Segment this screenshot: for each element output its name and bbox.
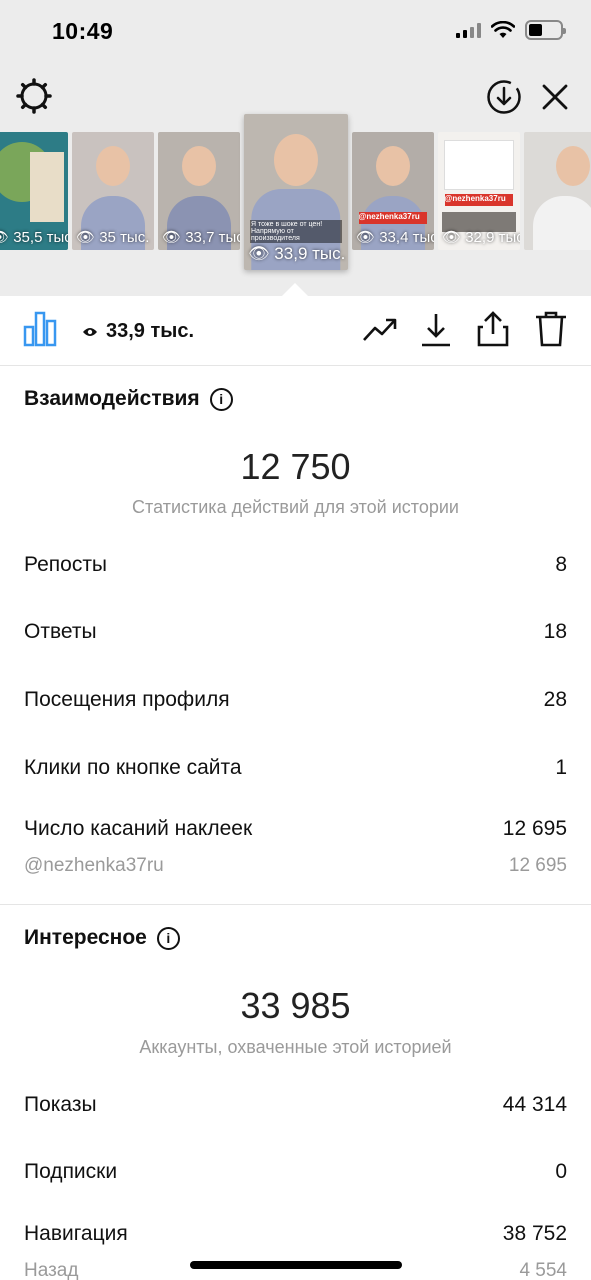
stat-label: Клики по кнопке сайта: [24, 756, 242, 779]
stat-value: 1: [555, 756, 567, 779]
story-thumbnail-active[interactable]: Я тоже в шоке от цен! Напрямую от произв…: [244, 114, 348, 270]
story-thumbnail[interactable]: 👁︎ 35 тыс.: [72, 132, 154, 250]
story-thumbnail[interactable]: 👁︎ 35,5 тыс.: [0, 132, 68, 250]
story-thumbnail[interactable]: 👁︎ 33,7 тыс.: [158, 132, 240, 250]
stat-value: 8: [555, 553, 567, 576]
interactions-subtitle: Статистика действий для этой истории: [132, 497, 459, 517]
stat-label: Репосты: [24, 553, 108, 576]
interactions-title: Взаимодействия i: [24, 387, 233, 411]
home-indicator[interactable]: [190, 1261, 402, 1269]
stat-row-navigation: Навигация 38 752: [24, 1222, 567, 1246]
story-thumbnail[interactable]: [524, 132, 591, 250]
stat-row-impressions: Показы 44 314: [24, 1093, 567, 1117]
stat-row-sticker-taps: Число касаний наклеек 12 695: [24, 817, 567, 841]
stat-value: 38 752: [502, 1222, 567, 1245]
story-thumbnail[interactable]: @nezhenka37ru 👁︎ 32,9 тыс.: [438, 132, 520, 250]
info-icon[interactable]: i: [209, 387, 233, 411]
story-views: 👁︎ 33,9 тыс.: [248, 244, 346, 263]
stat-row-follows: Подписки 0: [24, 1160, 567, 1184]
trend-icon[interactable]: [362, 316, 398, 344]
download-icon[interactable]: [420, 312, 452, 348]
discovery-subtitle: Аккаунты, охваченные этой историей: [139, 1037, 452, 1057]
discovery-title: Интересное i: [24, 926, 180, 950]
insights-action-bar: 33,9 тыс.: [0, 296, 591, 366]
story-tag: @nezhenka37ru: [358, 212, 428, 224]
story-tag: @nezhenka37ru: [444, 194, 514, 206]
status-time: 10:49: [52, 18, 114, 44]
story-views: 👁︎ 35,5 тыс.: [0, 229, 68, 246]
stat-value: 4 554: [519, 1260, 567, 1280]
stat-label: @nezhenka37ru: [24, 855, 164, 876]
status-icons: [456, 20, 566, 40]
stat-label: Посещения профиля: [24, 688, 230, 711]
stat-value: 12 695: [508, 855, 567, 876]
reach-count: 33,9 тыс.: [82, 320, 194, 343]
story-views: 👁︎ 32,9 тыс.: [442, 229, 520, 246]
stat-value: 0: [555, 1160, 567, 1183]
wifi-icon: [491, 21, 515, 38]
stat-label: Навигация: [24, 1222, 128, 1245]
close-icon[interactable]: [540, 82, 570, 112]
info-icon[interactable]: i: [156, 926, 180, 950]
active-story-pointer: [282, 283, 308, 296]
stat-row-sticker-mention: @nezhenka37ru 12 695: [24, 855, 567, 877]
eye-icon: [83, 327, 97, 336]
gear-icon[interactable]: [16, 78, 52, 114]
story-caption: Я тоже в шоке от цен! Напрямую от произв…: [250, 220, 342, 243]
discovery-total: 33 985: [240, 985, 351, 1026]
stat-row-replies: Ответы 18: [24, 620, 567, 644]
section-divider: [0, 904, 591, 905]
story-views: 👁︎ 33,7 тыс.: [162, 229, 240, 246]
story-thumbnail[interactable]: @nezhenka37ru 👁︎ 33,4 тыс.: [352, 132, 434, 250]
share-icon[interactable]: [477, 310, 509, 348]
stat-value: 18: [543, 620, 567, 643]
signal-icon: [456, 22, 481, 38]
stat-row-profile-visits: Посещения профиля 28: [24, 688, 567, 712]
battery-icon: [525, 20, 566, 40]
trash-icon[interactable]: [534, 310, 568, 348]
stat-row-website-clicks: Клики по кнопке сайта 1: [24, 756, 567, 780]
interactions-total: 12 750: [240, 446, 351, 487]
save-story-icon[interactable]: [486, 79, 522, 115]
stat-value: 44 314: [502, 1093, 567, 1116]
stat-label: Ответы: [24, 620, 97, 643]
stat-row-reposts: Репосты 8: [24, 553, 567, 577]
stat-value: 28: [543, 688, 567, 711]
story-views: 👁︎ 33,4 тыс.: [356, 229, 434, 246]
stat-label: Число касаний наклеек: [24, 817, 253, 840]
stat-label: Назад: [24, 1260, 79, 1280]
stat-label: Показы: [24, 1093, 97, 1116]
reach-value: 33,9 тыс.: [106, 320, 195, 342]
story-thumbnail-strip[interactable]: 👁︎ 35,5 тыс. 👁︎ 35 тыс. 👁︎ 33,7 тыс. Я т…: [0, 114, 591, 274]
story-views: 👁︎ 35 тыс.: [76, 229, 150, 246]
stat-value: 12 695: [502, 817, 567, 840]
bar-chart-icon[interactable]: [23, 311, 57, 347]
story-header-area: 10:49 👁︎ 3: [0, 0, 591, 296]
stat-label: Подписки: [24, 1160, 118, 1183]
